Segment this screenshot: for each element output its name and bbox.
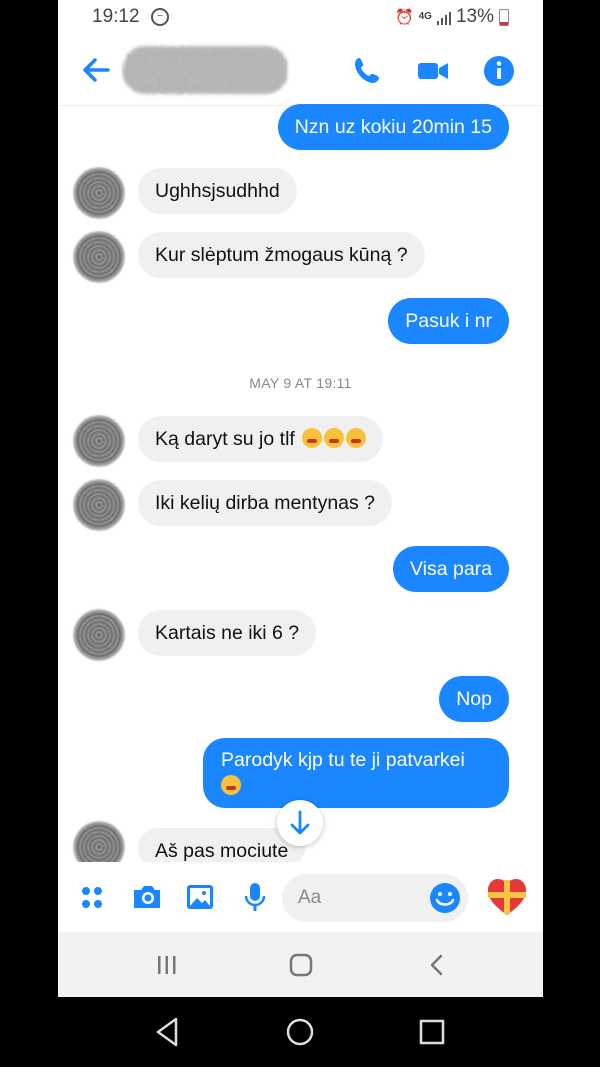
contact-avatar[interactable]	[74, 610, 124, 660]
smiley-icon[interactable]	[428, 881, 462, 915]
scroll-down-arrow-icon[interactable]	[277, 800, 323, 846]
message-incoming[interactable]: Kartais ne iki 6 ?	[138, 610, 317, 656]
circle-home-icon[interactable]	[282, 1014, 318, 1050]
message-outgoing-with-emoji[interactable]: Parodyk kjp tu te ji patvarkei	[203, 738, 509, 808]
message-text: Parodyk kjp tu te ji patvarkei	[221, 749, 465, 771]
message-incoming-with-emoji[interactable]: Ką daryt su jo tlf	[138, 416, 384, 462]
message-text: Ką daryt su jo tlf	[155, 428, 295, 450]
signal-icon	[436, 9, 451, 25]
phone-icon[interactable]	[350, 54, 384, 88]
info-icon[interactable]	[482, 54, 516, 88]
emoji-face-icon	[302, 428, 323, 448]
contact-avatar[interactable]	[74, 168, 124, 218]
contact-avatar[interactable]	[74, 232, 124, 282]
battery-percent: 13%	[455, 6, 494, 27]
conversation-header	[58, 34, 543, 106]
message-timestamp: MAY 9 AT 19:11	[249, 375, 352, 391]
status-indicators: ⏰ 4G 13%	[395, 6, 509, 28]
message-outgoing[interactable]: Nzn uz kokiu 20min 15	[277, 104, 509, 150]
square-recents-icon[interactable]	[414, 1014, 450, 1050]
heart-gift-icon[interactable]	[485, 876, 529, 918]
message-incoming[interactable]: Iki kelių dirba mentynas ?	[138, 480, 393, 526]
contact-avatar[interactable]	[74, 416, 124, 466]
emoji-face-icon	[346, 428, 367, 448]
camera-icon[interactable]	[130, 880, 164, 914]
messenger-notification-icon: ~	[151, 8, 169, 26]
message-incoming[interactable]: Kur slėptum žmogaus kūną ?	[138, 232, 425, 278]
triangle-back-icon[interactable]	[150, 1014, 186, 1050]
message-incoming[interactable]: Ughhsjsudhhd	[138, 168, 297, 214]
home-icon[interactable]	[288, 952, 314, 978]
message-outgoing[interactable]: Pasuk i nr	[388, 298, 509, 344]
messenger-screen: 19:12 ~ ⏰ 4G 13% Nzn uz kokiu 20min 15 U…	[58, 0, 543, 997]
message-outgoing[interactable]: Visa para	[392, 546, 509, 592]
back-nav-icon[interactable]	[424, 952, 450, 978]
alarm-icon: ⏰	[394, 9, 414, 26]
recents-icon[interactable]	[154, 952, 180, 978]
emoji-face-icon	[221, 775, 241, 795]
message-outgoing[interactable]: Nop	[439, 676, 509, 722]
video-camera-icon[interactable]	[416, 54, 450, 88]
emoji-face-icon	[324, 428, 345, 448]
network-type-label: 4G	[418, 11, 432, 22]
microphone-icon[interactable]	[238, 880, 272, 914]
message-composer	[58, 862, 543, 932]
gallery-icon[interactable]	[183, 880, 217, 914]
status-bar: 19:12 ~ ⏰ 4G 13%	[58, 0, 543, 34]
device-navigation-bar	[0, 997, 600, 1067]
battery-icon	[499, 8, 509, 26]
menu-dots-icon[interactable]	[76, 880, 110, 914]
status-time: 19:12	[92, 6, 140, 27]
system-navigation-bar	[58, 932, 543, 997]
contact-avatar[interactable]	[74, 480, 124, 530]
contact-name-blurred[interactable]	[123, 46, 288, 94]
back-arrow-icon[interactable]	[78, 52, 114, 88]
